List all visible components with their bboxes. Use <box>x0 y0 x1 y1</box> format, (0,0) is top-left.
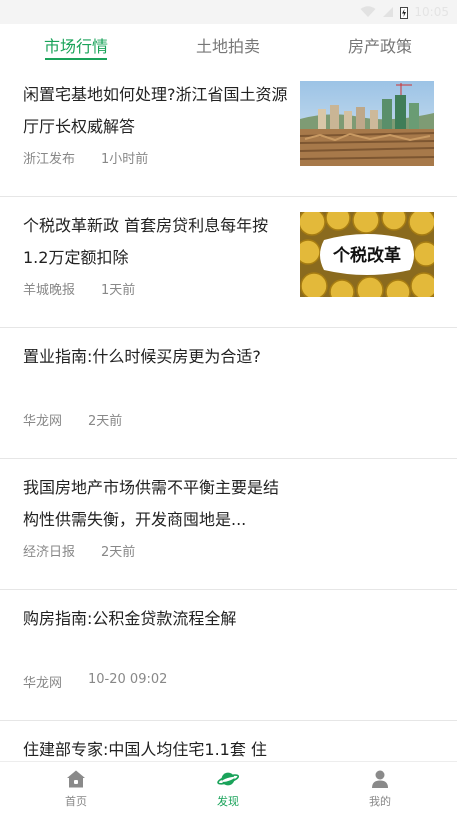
news-meta: 经济日报 2天前 <box>23 541 135 560</box>
status-time: 10:05 <box>414 5 449 19</box>
planet-icon <box>217 768 239 790</box>
bottom-nav: 首页 发现 我的 <box>0 761 457 813</box>
news-meta: 羊城晚报 1天前 <box>23 279 135 298</box>
list-item[interactable]: 我国房地产市场供需不平衡主要是结构性供需失衡，开发商囤地是... 经济日报 2天… <box>0 459 457 590</box>
news-time: 1天前 <box>101 283 136 298</box>
news-list[interactable]: 闲置宅基地如何处理?浙江省国土资源厅厅长权威解答 浙江发布 1小时前 个税改革新… <box>0 66 457 761</box>
nav-label: 发现 <box>217 794 239 808</box>
nav-profile[interactable]: 我的 <box>304 762 456 813</box>
nav-discover[interactable]: 发现 <box>152 762 304 813</box>
category-tabs: 市场行情 土地拍卖 房产政策 <box>0 24 457 66</box>
nav-home[interactable]: 首页 <box>0 762 152 813</box>
list-item[interactable]: 住建部专家:中国人均住宅1.1套 住 <box>0 721 457 761</box>
tab-market[interactable]: 市场行情 <box>0 24 152 66</box>
tab-land-auction[interactable]: 土地拍卖 <box>152 24 304 66</box>
news-time: 10-20 09:02 <box>88 672 168 687</box>
list-item[interactable]: 置业指南:什么时候买房更为合适? 华龙网 2天前 <box>0 328 457 459</box>
tab-housing-policy[interactable]: 房产政策 <box>304 24 456 66</box>
list-item[interactable]: 个税改革新政 首套房贷利息每年按1.2万定额扣除 羊城晚报 1天前 个税改革 <box>0 197 457 328</box>
nav-label: 我的 <box>369 794 391 808</box>
news-title: 置业指南:什么时候买房更为合适? <box>23 347 261 366</box>
news-meta: 浙江发布 1小时前 <box>23 148 148 167</box>
news-title: 我国房地产市场供需不平衡主要是结构性供需失衡，开发商囤地是... <box>23 478 280 529</box>
news-thumbnail: 个税改革 <box>300 212 434 297</box>
news-time: 2天前 <box>101 545 136 560</box>
battery-icon <box>400 6 409 19</box>
news-source: 经济日报 <box>23 545 76 560</box>
nav-label: 首页 <box>65 794 87 808</box>
news-time: 1小时前 <box>101 152 149 167</box>
news-title: 个税改革新政 首套房贷利息每年按1.2万定额扣除 <box>23 216 269 267</box>
news-source: 浙江发布 <box>23 152 76 167</box>
news-source: 华龙网 <box>23 676 63 691</box>
user-icon <box>369 768 391 790</box>
list-item[interactable]: 购房指南:公积金贷款流程全解 华龙网 10-20 09:02 <box>0 590 457 721</box>
wifi-icon <box>360 6 376 18</box>
news-meta: 华龙网 10-20 09:02 <box>23 672 167 691</box>
tab-active-indicator <box>45 58 107 60</box>
news-source: 羊城晚报 <box>23 283 76 298</box>
thumbnail-caption: 个税改革 <box>332 245 401 266</box>
news-meta: 华龙网 2天前 <box>23 410 122 429</box>
tab-label: 市场行情 <box>43 37 108 56</box>
news-time: 2天前 <box>88 414 123 429</box>
news-source: 华龙网 <box>23 414 63 429</box>
news-title: 闲置宅基地如何处理?浙江省国土资源厅厅长权威解答 <box>23 85 288 136</box>
news-title: 住建部专家:中国人均住宅1.1套 住 <box>23 740 267 759</box>
news-title: 购房指南:公积金贷款流程全解 <box>23 609 237 628</box>
status-bar: 10:05 <box>0 0 457 24</box>
home-icon <box>65 768 87 790</box>
status-icons: 10:05 <box>360 4 449 20</box>
list-item[interactable]: 闲置宅基地如何处理?浙江省国土资源厅厅长权威解答 浙江发布 1小时前 <box>0 66 457 197</box>
news-thumbnail <box>300 81 434 166</box>
tab-label: 土地拍卖 <box>195 37 260 56</box>
tab-label: 房产政策 <box>347 37 412 56</box>
signal-icon <box>382 6 394 18</box>
